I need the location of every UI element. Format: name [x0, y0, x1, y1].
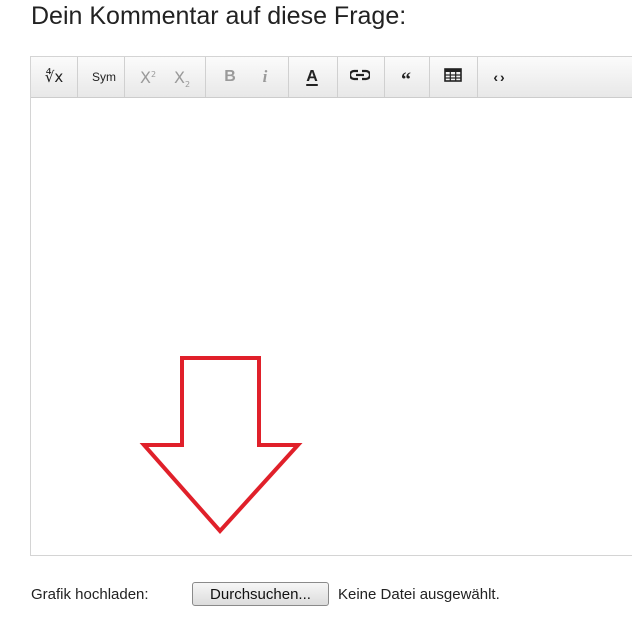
browse-button[interactable]: Durchsuchen...: [192, 582, 329, 606]
upload-label: Grafik hochladen:: [31, 586, 149, 603]
file-status: Keine Datei ausgewählt.: [338, 586, 500, 603]
image-upload-row: Grafik hochladen: Durchsuchen... Keine D…: [31, 582, 631, 608]
down-arrow-icon: [139, 356, 303, 534]
